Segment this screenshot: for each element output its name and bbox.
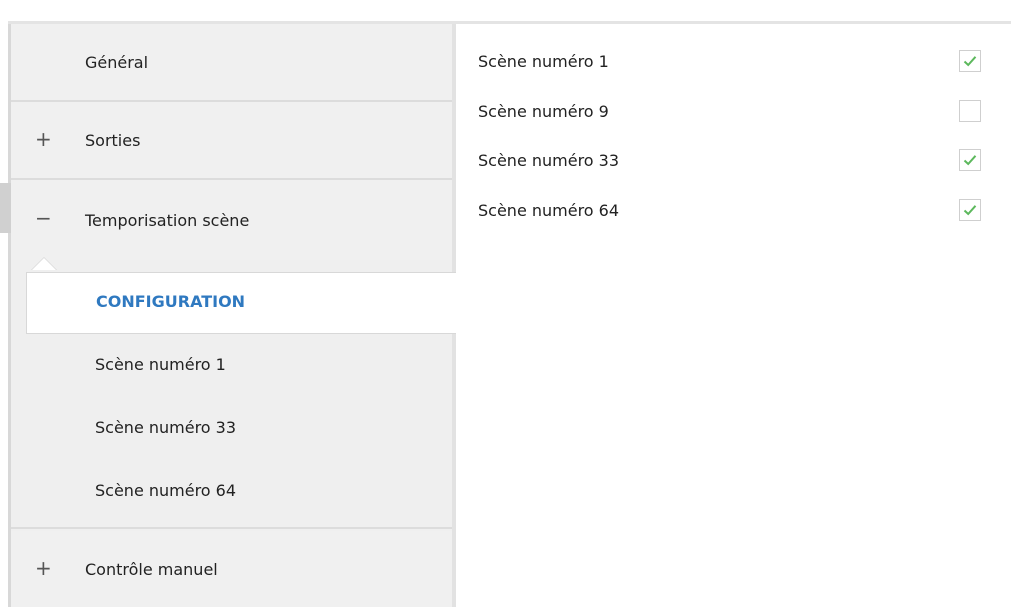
- sidebar-item-sorties[interactable]: + Sorties: [11, 102, 452, 180]
- param-row: Scène numéro 9: [478, 97, 998, 129]
- param-label: Scène numéro 64: [478, 201, 620, 220]
- left-notch: [0, 183, 11, 233]
- collapse-minus-icon[interactable]: −: [35, 206, 52, 230]
- sidebar-subitem-scene-64[interactable]: Scène numéro 64: [11, 461, 452, 529]
- sidebar-subitem-scene-1[interactable]: Scène numéro 1: [11, 335, 452, 397]
- sidebar-item-label: Scène numéro 64: [95, 481, 237, 500]
- param-row: Scène numéro 64: [478, 196, 998, 228]
- sidebar-subitem-scene-33[interactable]: Scène numéro 33: [11, 398, 452, 460]
- sidebar-item-label: Contrôle manuel: [85, 560, 218, 579]
- param-checkbox[interactable]: [959, 50, 981, 72]
- param-label: Scène numéro 9: [478, 102, 609, 121]
- param-row: Scène numéro 33: [478, 146, 998, 178]
- sidebar-item-label: CONFIGURATION: [96, 292, 246, 311]
- checkmark-icon: [963, 155, 977, 166]
- param-checkbox[interactable]: [959, 100, 981, 122]
- sidebar-item-label: Temporisation scène: [85, 211, 250, 230]
- sidebar-item-label: Sorties: [85, 131, 141, 150]
- checkmark-icon: [963, 56, 977, 67]
- checkmark-icon: [963, 205, 977, 216]
- sidebar-item-configuration[interactable]: CONFIGURATION: [26, 272, 456, 334]
- expand-plus-icon[interactable]: +: [35, 556, 52, 580]
- param-row: Scène numéro 1: [478, 47, 998, 79]
- param-label: Scène numéro 33: [478, 151, 620, 170]
- selection-pointer: [32, 258, 56, 270]
- sidebar-item-controle-manuel[interactable]: + Contrôle manuel: [11, 531, 452, 607]
- expand-plus-icon[interactable]: +: [35, 127, 52, 151]
- window-top-area: [0, 0, 1011, 22]
- sidebar-item-label: Scène numéro 1: [95, 355, 226, 374]
- sidebar-item-general[interactable]: Général: [11, 24, 452, 102]
- sidebar-item-label: Général: [85, 53, 149, 72]
- param-checkbox[interactable]: [959, 199, 981, 221]
- param-label: Scène numéro 1: [478, 52, 609, 71]
- param-checkbox[interactable]: [959, 149, 981, 171]
- sidebar-item-temporisation[interactable]: − Temporisation scène: [11, 180, 452, 260]
- sidebar-item-label: Scène numéro 33: [95, 418, 237, 437]
